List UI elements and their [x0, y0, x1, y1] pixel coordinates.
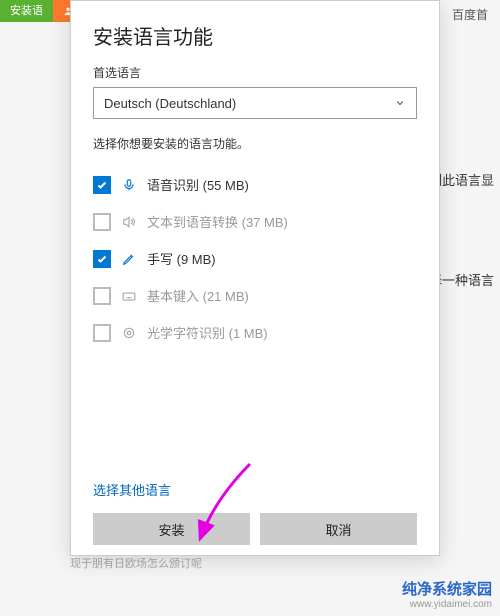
- dialog-buttons: 安装 取消: [71, 513, 439, 555]
- feature-basic-typing: 基本键入 (21 MB): [93, 277, 417, 314]
- checkbox-typing: [93, 287, 111, 305]
- feature-label: 基本键入 (21 MB): [147, 286, 249, 305]
- feature-ocr: 光学字符识别 (1 MB): [93, 314, 417, 351]
- feature-list: 语音识别 (55 MB) 文本到语音转换 (37 MB) 手写 (9 MB) 基…: [93, 166, 417, 480]
- bg-footer: 现于朋有日欧场怎么颁订呢: [70, 555, 202, 571]
- feature-handwriting: 手写 (9 MB): [93, 240, 417, 277]
- pen-icon: [121, 251, 137, 267]
- watermark: 纯净系统家园 www.yidaimei.com: [402, 578, 492, 610]
- tts-icon: [121, 214, 137, 230]
- language-select-value: Deutsch (Deutschland): [104, 96, 236, 111]
- language-select[interactable]: Deutsch (Deutschland): [93, 87, 417, 119]
- mic-icon: [121, 177, 137, 193]
- preferred-language-label: 首选语言: [93, 64, 417, 81]
- checkbox-ocr: [93, 324, 111, 342]
- feature-tts: 文本到语音转换 (37 MB): [93, 203, 417, 240]
- feature-label: 文本到语音转换 (37 MB): [147, 212, 288, 231]
- checkbox-speech[interactable]: [93, 176, 111, 194]
- feature-label: 手写 (9 MB): [147, 249, 216, 268]
- dialog-title: 安装语言功能: [93, 21, 417, 50]
- ocr-icon: [121, 325, 137, 341]
- check-icon: [96, 179, 108, 191]
- keyboard-icon: [121, 288, 137, 304]
- feature-label: 光学字符识别 (1 MB): [147, 323, 268, 342]
- bg-tab-1: 安装语: [0, 0, 53, 22]
- watermark-url: www.yidaimei.com: [402, 599, 492, 610]
- check-icon: [96, 253, 108, 265]
- watermark-brand: 纯净系统家园: [402, 578, 492, 599]
- feature-label: 语音识别 (55 MB): [147, 175, 249, 194]
- feature-speech-recognition: 语音识别 (55 MB): [93, 166, 417, 203]
- bg-right-top: 百度首: [452, 6, 488, 23]
- cancel-button[interactable]: 取消: [260, 513, 417, 545]
- install-language-dialog: 安装语言功能 首选语言 Deutsch (Deutschland) 选择你想要安…: [70, 0, 440, 556]
- checkbox-handwriting[interactable]: [93, 250, 111, 268]
- instruction-text: 选择你想要安装的语言功能。: [93, 135, 417, 152]
- install-button[interactable]: 安装: [93, 513, 250, 545]
- checkbox-tts: [93, 213, 111, 231]
- chevron-down-icon: [394, 97, 406, 109]
- select-other-language-link[interactable]: 选择其他语言: [93, 480, 417, 499]
